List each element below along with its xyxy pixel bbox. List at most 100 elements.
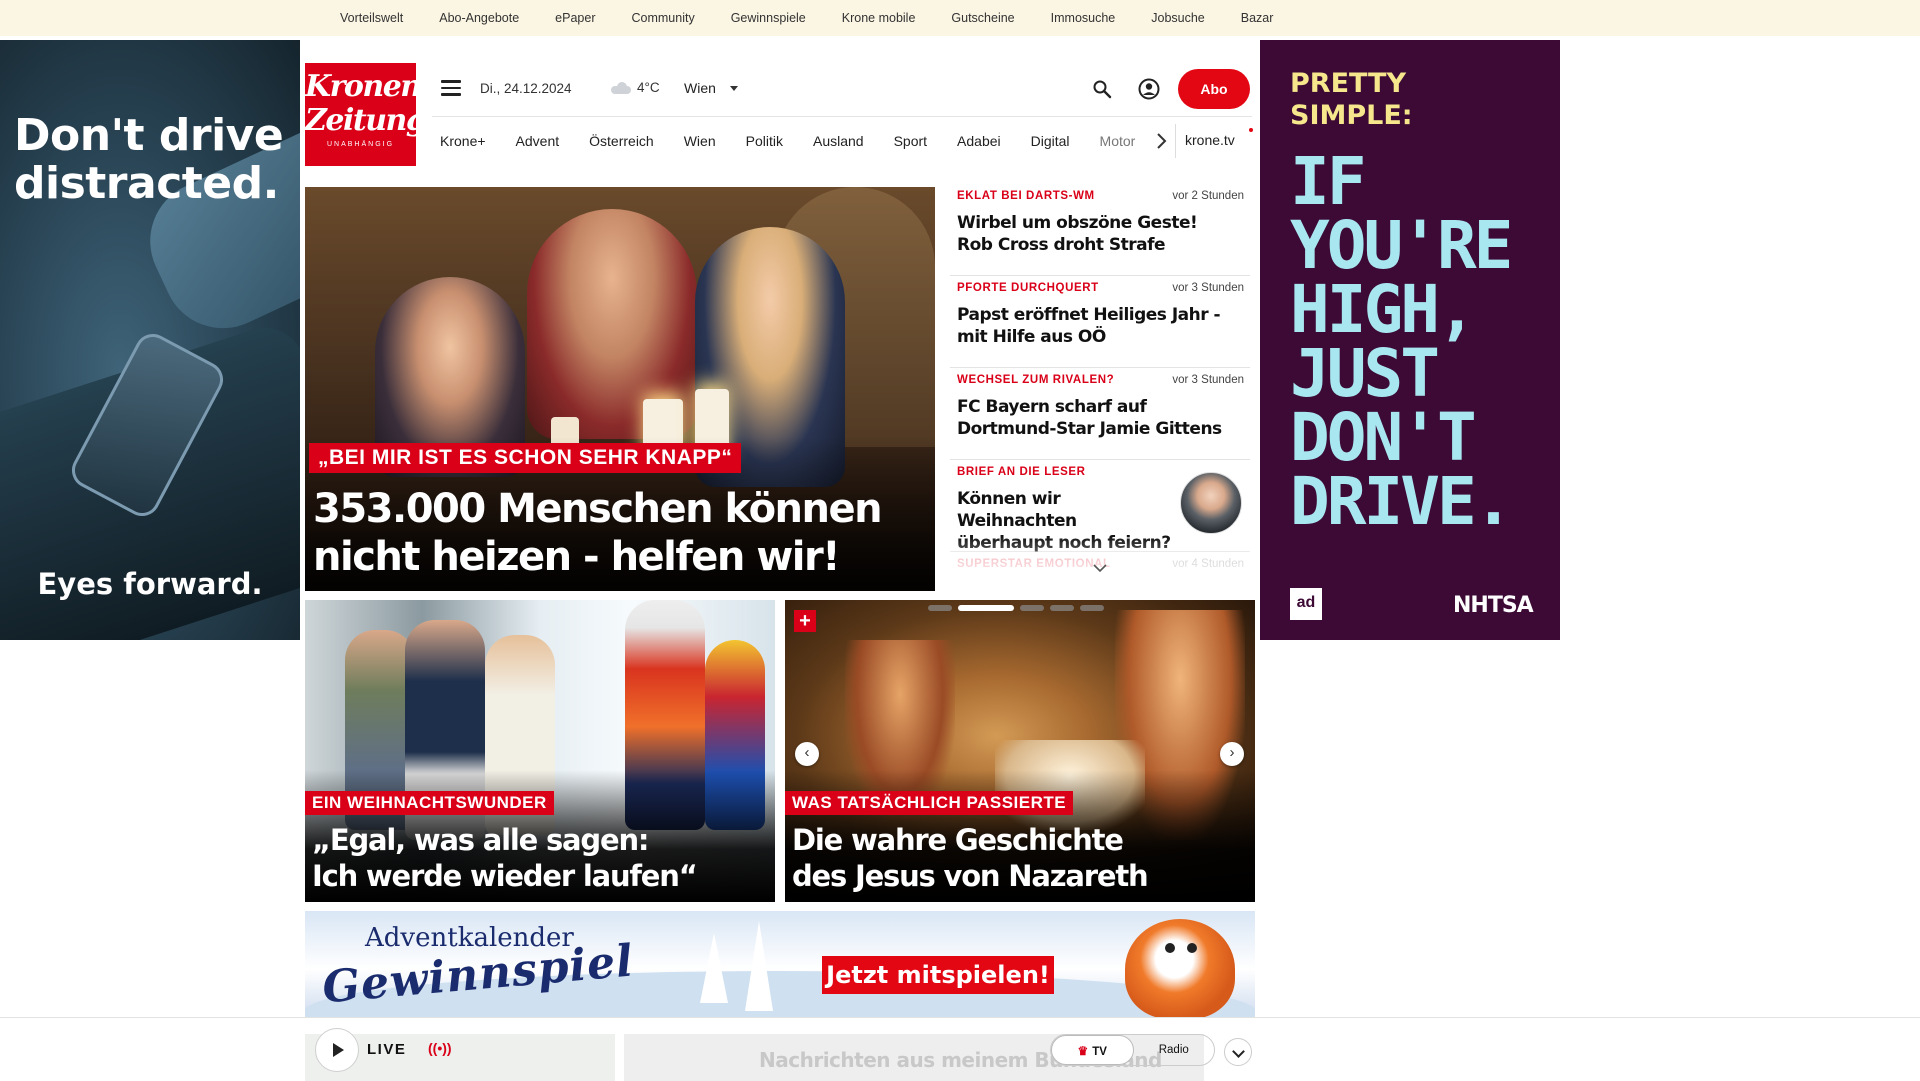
service-link[interactable]: Abo-Angebote xyxy=(421,11,537,25)
logo-line-2: Zeitung xyxy=(305,103,427,138)
fox-eye xyxy=(1187,943,1197,953)
hero-title: 353.000 Menschen können nicht heizen - h… xyxy=(313,486,883,580)
menu-icon[interactable] xyxy=(441,80,461,98)
service-link[interactable]: Krone mobile xyxy=(824,11,934,25)
teaser-kicker: EIN WEIHNACHTSWUNDER xyxy=(305,791,554,815)
weather-widget[interactable]: 4°C xyxy=(609,80,660,95)
carousel-dot[interactable] xyxy=(1080,605,1104,611)
nav-item-krone-tv[interactable]: krone.tv xyxy=(1185,132,1235,148)
carousel-dot[interactable] xyxy=(928,605,952,611)
player-expand-button[interactable] xyxy=(1224,1038,1252,1066)
nav-item[interactable]: Sport xyxy=(879,133,942,149)
fox-eye xyxy=(1165,943,1175,953)
nav-item[interactable]: Politik xyxy=(731,133,798,149)
hero-teaser[interactable]: „BEI MIR IST ES SCHON SEHR KNAPP“ 353.00… xyxy=(305,187,935,591)
broadcast-icon: ((•)) xyxy=(428,1040,452,1056)
cloud-icon xyxy=(609,81,631,94)
headline-list: EKLAT BEI DARTS-WM vor 2 Stunden Wirbel um… xyxy=(950,184,1250,576)
header-divider xyxy=(432,116,1252,117)
city-label: Wien xyxy=(684,80,716,96)
news-time: vor 3 Stunden xyxy=(1172,282,1244,294)
toggle-radio-label: Radio xyxy=(1158,1044,1189,1056)
krone-plus-badge: + xyxy=(794,610,816,632)
author-avatar xyxy=(1180,472,1242,534)
nav-item-clipped[interactable]: Motor xyxy=(1085,133,1140,149)
hero-kicker: „BEI MIR IST ES SCHON SEHR KNAPP“ xyxy=(309,443,742,473)
krone-logo[interactable]: Kronen Zeitung UNABHÄNGIG xyxy=(305,63,427,166)
logo-line-1: Kronen xyxy=(305,69,422,104)
news-time: vor 3 Stunden xyxy=(1172,374,1244,386)
account-icon[interactable] xyxy=(1138,78,1160,100)
teaser-title: Die wahre Geschichte des Jesus von Nazar… xyxy=(792,822,1247,894)
city-selector[interactable]: Wien xyxy=(684,80,738,96)
tree-icon xyxy=(745,921,773,1011)
teaser-title-line: Die wahre Geschichte xyxy=(792,823,1124,857)
service-link[interactable]: Bazar xyxy=(1223,11,1292,25)
service-link[interactable]: Gutscheine xyxy=(933,11,1032,25)
crown-icon: ♛ xyxy=(1077,1044,1089,1058)
teaser-title: „Egal, was alle sagen: Ich werde wieder … xyxy=(312,822,767,894)
news-headline: Wirbel um obszöne Geste! Rob Cross droht… xyxy=(957,213,1198,255)
service-links: Vorteilswelt Abo-Angebote ePaper Community G… xyxy=(326,0,1291,36)
main-nav: Krone+ Advent Österreich Wien Politik Ausland… xyxy=(432,126,1139,156)
list-item[interactable]: PFORTE DURCHQUERT vor 3 Stunden Papst eröf… xyxy=(950,276,1250,368)
ad-right-banner[interactable]: PRETTY SIMPLE: IF YOU'RE HIGH, JUST DON'… xyxy=(1260,40,1560,640)
tv-radio-toggle: ♛ TV Radio xyxy=(1050,1034,1215,1066)
list-item[interactable]: EKLAT BEI DARTS-WM vor 2 Stunden Wirbel um… xyxy=(950,184,1250,276)
logo-tagline: UNABHÄNGIG xyxy=(326,141,395,148)
service-link[interactable]: Jobsuche xyxy=(1133,11,1223,25)
ad-left-banner[interactable]: Don't drive distracted. Eyes forward. xyxy=(0,40,300,640)
news-time: vor 2 Stunden xyxy=(1172,190,1244,202)
list-item[interactable]: WECHSEL ZUM RIVALEN? vor 3 Stunden FC Baye… xyxy=(950,368,1250,460)
news-headline: Papst eröffnet Heiliges Jahr - mit Hilfe… xyxy=(957,305,1221,347)
nav-item[interactable]: Österreich xyxy=(574,133,669,149)
service-link[interactable]: Gewinnspiele xyxy=(713,11,824,25)
play-button[interactable] xyxy=(315,1028,359,1072)
caret-down-icon xyxy=(729,85,738,91)
chevron-down-icon[interactable] xyxy=(1093,563,1107,573)
nav-separator xyxy=(1175,124,1176,158)
ad-right-headline: IF YOU'RE HIGH, JUST DON'T DRIVE. xyxy=(1290,143,1513,540)
toggle-radio[interactable]: Radio xyxy=(1134,1035,1215,1065)
live-player-bar: Nachrichten aus meinem Bundesland LIVE (… xyxy=(0,1017,1920,1081)
nav-item[interactable]: Advent xyxy=(501,133,575,149)
carousel-prev-button[interactable]: ‹ xyxy=(795,742,819,766)
live-label: LIVE xyxy=(367,1041,407,1058)
teaser-title-line: „Egal, was alle sagen: xyxy=(312,823,649,857)
current-date: Di., 24.12.2024 xyxy=(480,81,572,96)
nav-item[interactable]: Adabei xyxy=(942,133,1016,149)
teaser-title-line: Ich werde wieder laufen“ xyxy=(312,859,698,893)
carousel-dot[interactable] xyxy=(1050,605,1074,611)
live-dot-icon xyxy=(1249,128,1253,132)
carousel-dot[interactable] xyxy=(1020,605,1044,611)
ad-council-logo: ad xyxy=(1290,588,1322,620)
service-link[interactable]: Community xyxy=(613,11,712,25)
play-now-button[interactable]: Jetzt mitspielen! xyxy=(822,956,1054,994)
teaser-title-line: des Jesus von Nazareth xyxy=(792,859,1149,893)
tree-icon xyxy=(700,933,728,1003)
fox-mascot-icon xyxy=(1125,919,1235,1017)
advent-calendar-banner[interactable]: Adventkalender Gewinnspiel Jetzt mitspie… xyxy=(305,911,1255,1017)
nav-scroll-right-icon[interactable] xyxy=(1155,132,1167,150)
service-bar: Vorteilswelt Abo-Angebote ePaper Community G… xyxy=(0,0,1920,36)
temperature: 4°C xyxy=(637,80,660,95)
service-link[interactable]: Vorteilswelt xyxy=(326,11,421,25)
service-link[interactable]: Immosuche xyxy=(1033,11,1134,25)
nav-item[interactable]: Wien xyxy=(669,133,731,149)
teaser-card[interactable]: + ‹ › WAS TATSÄCHLICH PASSIERTE Die wahr… xyxy=(785,600,1255,902)
nav-item[interactable]: Digital xyxy=(1016,133,1085,149)
ad-left-tagline: Eyes forward. xyxy=(37,567,263,601)
toggle-tv[interactable]: ♛ TV xyxy=(1051,1035,1134,1065)
news-headline: FC Bayern scharf auf Dortmund-Star Jamie… xyxy=(957,397,1222,439)
search-icon[interactable] xyxy=(1092,79,1112,99)
toggle-tv-label: TV xyxy=(1092,1046,1107,1058)
carousel-dot[interactable] xyxy=(958,605,1014,611)
abo-button[interactable]: Abo xyxy=(1178,69,1250,109)
teaser-card[interactable]: EIN WEIHNACHTSWUNDER „Egal, was alle sag… xyxy=(305,600,775,902)
nav-item[interactable]: Krone+ xyxy=(432,133,501,149)
carousel-indicator xyxy=(928,605,1104,611)
ad-right-kicker: PRETTY SIMPLE: xyxy=(1290,68,1413,131)
service-link[interactable]: ePaper xyxy=(537,11,613,25)
carousel-next-button[interactable]: › xyxy=(1220,742,1244,766)
nav-item[interactable]: Ausland xyxy=(798,133,879,149)
